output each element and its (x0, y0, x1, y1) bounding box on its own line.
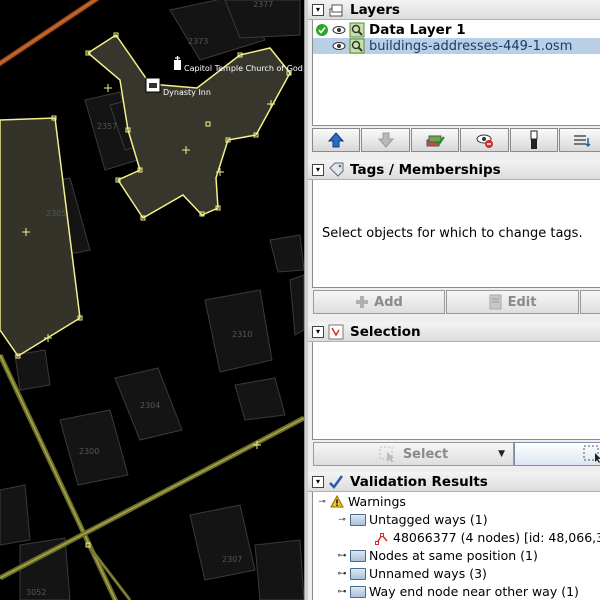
church-icon[interactable] (174, 56, 181, 70)
selection-list[interactable] (312, 342, 600, 440)
map-view[interactable]: Capitol Temple Church of God Dynasty Inn… (0, 0, 304, 600)
folder-icon (350, 549, 366, 562)
zoom-to-selection-button[interactable] (514, 442, 600, 466)
list-menu-icon (574, 135, 591, 148)
checkmark-icon (328, 474, 344, 490)
selection-list-icon (328, 324, 344, 340)
tree-node-way[interactable]: 48066377 (4 nodes) [id: 48,066,377] (375, 529, 600, 546)
church-label: Capitol Temple Church of God (184, 64, 303, 73)
layer-list[interactable]: Data Layer 1 buildings-addresses-449-1.o… (312, 20, 600, 126)
collapse-icon[interactable]: ▾ (312, 3, 324, 16)
tree-node-warnings[interactable]: ⊸ Warnings (317, 493, 406, 510)
collapse-icon[interactable]: ▾ (312, 475, 324, 488)
opacity-button[interactable] (510, 128, 558, 152)
side-panel: ▾ Layers Data Layer 1 buildings-addresse… (308, 0, 600, 600)
tree-node-way-end-near[interactable]: ⊶ Way end node near other way (1) (337, 583, 579, 600)
visibility-toggle-icon (476, 134, 493, 148)
folder-icon (350, 567, 366, 580)
delete-tag-button[interactable] (580, 290, 600, 314)
arrow-up-icon (328, 132, 344, 148)
layers-dialog: ▾ Layers Data Layer 1 buildings-addresse… (308, 0, 600, 156)
housenumber-label: 2310 (232, 330, 252, 339)
warning-icon (330, 495, 344, 508)
select-cursor-icon (379, 446, 394, 462)
layer-row[interactable]: Data Layer 1 (313, 22, 600, 38)
tree-label: Way end node near other way (1) (369, 584, 579, 599)
tags-dialog: ▾ Tags / Memberships Select objects for … (308, 160, 600, 318)
layers-dialog-title[interactable]: ▾ Layers (308, 0, 600, 20)
layer-row[interactable]: buildings-addresses-449-1.osm (313, 38, 600, 54)
tree-node-untagged-ways[interactable]: ⊸ Untagged ways (1) (337, 511, 488, 528)
active-check-icon[interactable] (315, 23, 329, 37)
tree-handle-icon[interactable]: ⊸ (317, 497, 327, 507)
tags-dialog-title[interactable]: ▾ Tags / Memberships (308, 160, 600, 180)
collapse-icon[interactable]: ▾ (312, 325, 324, 338)
layers-title: Layers (350, 1, 400, 18)
tree-handle-icon[interactable]: ⊸ (337, 515, 347, 525)
tree-node-nodes-same-position[interactable]: ⊶ Nodes at same position (1) (337, 547, 538, 564)
tree-label: Warnings (348, 494, 406, 509)
folder-icon (350, 513, 366, 526)
housenumber-label: 3052 (26, 588, 46, 597)
zoom-selection-icon (583, 445, 600, 463)
arrow-down-icon (377, 132, 394, 148)
merge-icon (426, 135, 445, 147)
add-label: Add (374, 294, 403, 310)
housenumber-label: 2304 (140, 401, 160, 410)
edit-label: Edit (507, 294, 537, 310)
layer-name: buildings-addresses-449-1.osm (369, 38, 573, 54)
housenumber-label: 2377 (253, 0, 273, 9)
housenumber-label: 2300 (79, 447, 99, 456)
way-icon (375, 532, 388, 545)
inn-label: Dynasty Inn (163, 88, 211, 97)
select-label: Select (402, 446, 449, 462)
select-button[interactable]: Select ▼ (313, 442, 514, 466)
dropdown-arrow-icon[interactable]: ▼ (498, 449, 505, 459)
layers-toolbar (312, 128, 600, 152)
selection-dialog: ▾ Selection Select ▼ (308, 322, 600, 466)
folder-icon (350, 585, 366, 598)
more-layer-actions-button[interactable] (559, 128, 600, 152)
tree-label: Nodes at same position (1) (369, 548, 538, 563)
tree-handle-icon[interactable]: ⊶ (337, 587, 347, 597)
collapse-icon[interactable]: ▾ (312, 163, 324, 176)
move-up-button[interactable] (312, 128, 360, 152)
validation-dialog: ▾ Validation Results ⊸ Warnings ⊸ Untagg… (308, 472, 600, 600)
opacity-icon (530, 130, 538, 149)
plus-icon (356, 296, 369, 308)
housenumber-label: 2307 (222, 555, 242, 564)
edit-icon (489, 294, 502, 310)
validation-dialog-title[interactable]: ▾ Validation Results (308, 472, 600, 492)
housenumber-label: 2357 (97, 122, 117, 131)
visibility-eye-icon[interactable] (332, 40, 346, 52)
tree-node-unnamed-ways[interactable]: ⊶ Unnamed ways (3) (337, 565, 487, 582)
add-tag-button[interactable]: Add (313, 290, 445, 314)
show-hide-button[interactable] (460, 128, 509, 152)
data-layer-icon (349, 38, 365, 54)
edit-tag-button[interactable]: Edit (446, 290, 579, 314)
housenumber-label: 2305 (46, 209, 66, 218)
layers-icon (328, 2, 344, 18)
tags-empty-message: Select objects for which to change tags. (322, 226, 583, 241)
tag-icon (328, 162, 344, 178)
tree-label: 48066377 (4 nodes) [id: 48,066,377] (393, 530, 600, 545)
map-canvas[interactable]: Capitol Temple Church of God Dynasty Inn… (0, 0, 304, 600)
tree-label: Untagged ways (1) (369, 512, 488, 527)
selection-dialog-title[interactable]: ▾ Selection (308, 322, 600, 342)
tree-label: Unnamed ways (3) (369, 566, 487, 581)
tags-title: Tags / Memberships (350, 161, 501, 178)
validation-title: Validation Results (350, 473, 488, 490)
tree-handle-icon[interactable]: ⊶ (337, 551, 347, 561)
visibility-eye-icon[interactable] (332, 24, 346, 36)
validation-tree[interactable]: ⊸ Warnings ⊸ Untagged ways (1) 48066377 … (312, 492, 600, 600)
selection-title: Selection (350, 323, 421, 340)
move-down-button[interactable] (361, 128, 410, 152)
tags-table[interactable]: Select objects for which to change tags. (312, 180, 600, 288)
merge-layers-button[interactable] (411, 128, 459, 152)
data-layer-icon (349, 22, 365, 38)
housenumber-label: 2373 (188, 37, 208, 46)
tree-handle-icon[interactable]: ⊶ (337, 569, 347, 579)
layer-name: Data Layer 1 (369, 22, 466, 38)
